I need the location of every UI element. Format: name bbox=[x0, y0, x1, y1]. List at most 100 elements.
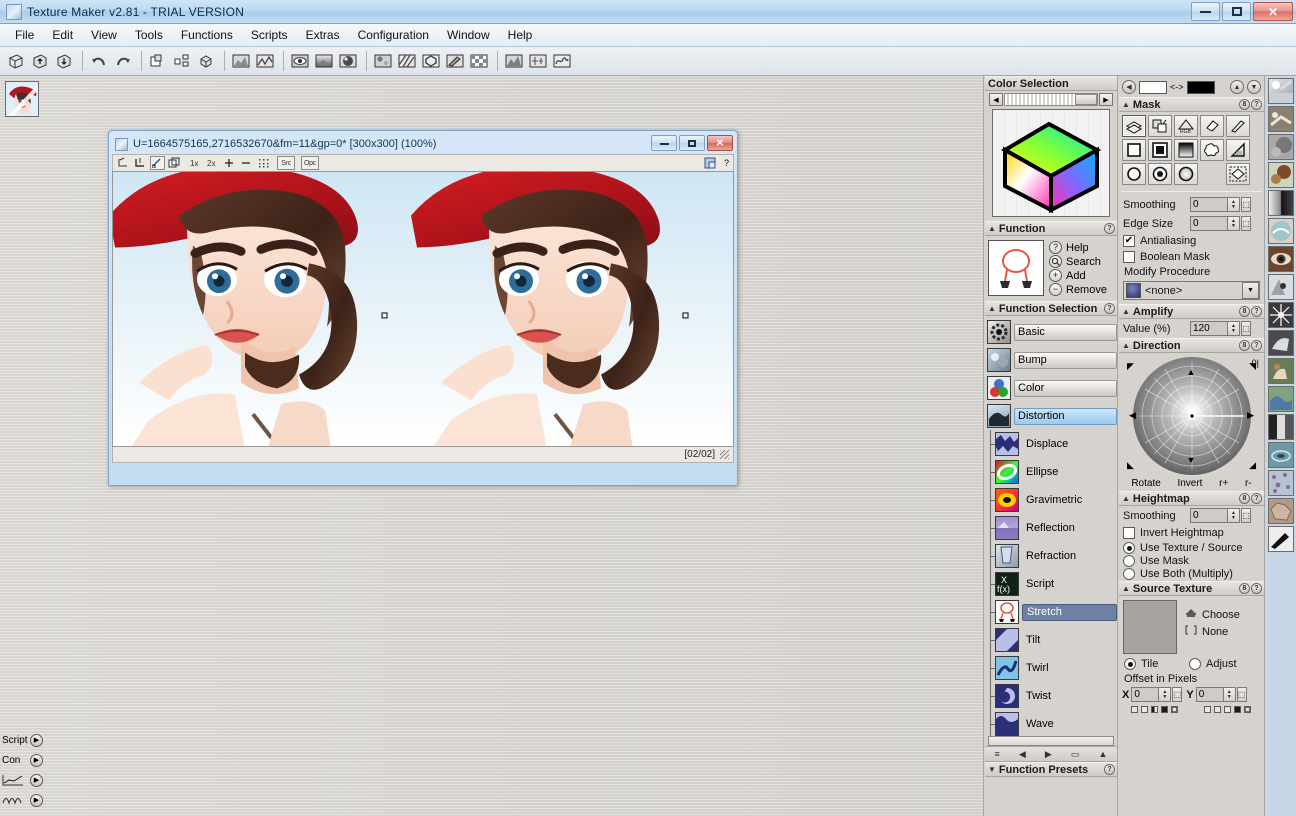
function-item-reflection-label[interactable]: Reflection bbox=[1022, 520, 1117, 537]
heightmap-header[interactable]: ▲ Heightmap 8 ? bbox=[1119, 491, 1264, 506]
function-item-tilt-label[interactable]: Tilt bbox=[1022, 632, 1117, 649]
function-selection-header[interactable]: ▲ Function Selection ? bbox=[985, 301, 1117, 316]
offset-x-spinner[interactable]: 0 ▲▼ ⬚ bbox=[1131, 687, 1182, 702]
function-category-color[interactable]: Color bbox=[985, 374, 1117, 402]
invert-heightmap-row[interactable]: Invert Heightmap bbox=[1119, 525, 1264, 541]
grid-button[interactable] bbox=[256, 156, 271, 170]
wave-button[interactable] bbox=[551, 50, 573, 72]
menu-scripts[interactable]: Scripts bbox=[242, 25, 297, 45]
rail-item-eye[interactable] bbox=[1268, 246, 1294, 272]
use-texture-radio[interactable] bbox=[1123, 542, 1135, 554]
rail-item-hand-paint[interactable] bbox=[1268, 358, 1294, 384]
function-add-action[interactable]: + Add bbox=[1049, 269, 1107, 282]
function-remove-action[interactable]: − Remove bbox=[1049, 283, 1107, 296]
sphere-button[interactable] bbox=[337, 50, 359, 72]
use-both-radio[interactable] bbox=[1123, 568, 1135, 580]
mask-circle-button[interactable] bbox=[1122, 163, 1146, 185]
function-item-reflection[interactable]: Reflection bbox=[985, 514, 1117, 542]
menu-configuration[interactable]: Configuration bbox=[349, 25, 438, 45]
rail-item-gradient-bar[interactable] bbox=[1268, 190, 1294, 216]
play-icon[interactable]: ▶ bbox=[30, 794, 43, 807]
heightmap-option-mask[interactable]: Use Mask bbox=[1119, 554, 1264, 567]
offset-x-value[interactable]: 0 bbox=[1131, 687, 1159, 702]
invert-heightmap-checkbox[interactable] bbox=[1123, 527, 1135, 539]
mask-smoothing-value[interactable]: 0 bbox=[1190, 197, 1228, 212]
cube-button[interactable] bbox=[195, 50, 217, 72]
function-item-stretch-label[interactable]: Stretch bbox=[1022, 604, 1117, 621]
open-texture-button[interactable] bbox=[29, 50, 51, 72]
collapse-button[interactable]: 8 bbox=[1239, 306, 1250, 317]
function-item-twirl[interactable]: Twirl bbox=[985, 654, 1117, 682]
mask-subtract-button[interactable] bbox=[1148, 115, 1172, 137]
scale-1x-button[interactable]: 1x bbox=[188, 156, 203, 170]
function-item-stretch[interactable]: Stretch bbox=[985, 598, 1117, 626]
function-list[interactable]: Basic Bump Color Distortion bbox=[985, 316, 1117, 736]
function-presets-header[interactable]: ▼ Function Presets ? bbox=[985, 762, 1117, 777]
source-texture-preview[interactable] bbox=[1123, 600, 1177, 654]
dock-row-con[interactable]: Con ▶ bbox=[0, 750, 46, 770]
color-down-button[interactable]: ▼ bbox=[1247, 80, 1261, 94]
edit-path-button[interactable] bbox=[150, 156, 165, 170]
document-maximize-button[interactable] bbox=[679, 135, 705, 151]
amplify-value-spinner[interactable]: 120 ▲▼ ⬚ bbox=[1190, 321, 1251, 336]
dial-up-handle[interactable]: ▲ bbox=[1187, 367, 1196, 377]
mask-ring-button[interactable] bbox=[1148, 163, 1172, 185]
menu-functions[interactable]: Functions bbox=[172, 25, 242, 45]
document-close-button[interactable]: ✕ bbox=[707, 135, 733, 151]
help-button[interactable]: ? bbox=[1104, 303, 1115, 314]
rail-item-marble-sphere[interactable] bbox=[1268, 218, 1294, 244]
antialiasing-checkbox[interactable]: ✔ bbox=[1123, 235, 1135, 247]
spinner-link-icon[interactable]: ⬚ bbox=[1241, 197, 1251, 212]
function-category-color-label[interactable]: Color bbox=[1014, 380, 1117, 397]
spinner-buttons[interactable]: ▲▼ bbox=[1228, 321, 1240, 336]
spinner-link-icon[interactable]: ⬚ bbox=[1237, 687, 1247, 702]
spinner-buttons[interactable]: ▲▼ bbox=[1228, 508, 1240, 523]
dock-row-wave-graph[interactable]: ▶ bbox=[0, 790, 46, 810]
help-button[interactable]: ? bbox=[1251, 340, 1262, 351]
function-header[interactable]: ▲ Function ? bbox=[985, 221, 1117, 236]
hatch-button[interactable] bbox=[396, 50, 418, 72]
mask-smoothing-spinner[interactable]: 0 ▲▼ ⬚ bbox=[1190, 197, 1251, 212]
menu-file[interactable]: File bbox=[6, 25, 43, 45]
rail-item-starburst[interactable] bbox=[1268, 302, 1294, 328]
function-item-ellipse-label[interactable]: Ellipse bbox=[1022, 464, 1117, 481]
boolean-mask-row[interactable]: Boolean Mask bbox=[1119, 249, 1264, 265]
boolean-mask-checkbox[interactable] bbox=[1123, 251, 1135, 263]
hexagon-button[interactable] bbox=[420, 50, 442, 72]
close-button[interactable]: ✕ bbox=[1253, 2, 1293, 21]
rail-item-spheres-gray[interactable] bbox=[1268, 134, 1294, 160]
scroll-track[interactable] bbox=[1004, 93, 1098, 106]
rail-item-bones[interactable] bbox=[1268, 106, 1294, 132]
help-button[interactable]: ? bbox=[1104, 764, 1115, 775]
snap-button[interactable] bbox=[133, 156, 148, 170]
swap-colors-button[interactable]: <-> bbox=[1170, 82, 1184, 92]
dial-corner-tl-handle[interactable]: ◤ bbox=[1127, 361, 1134, 372]
function-category-basic[interactable]: Basic bbox=[985, 318, 1117, 346]
add-point-button[interactable] bbox=[222, 156, 237, 170]
mask-pen-button[interactable] bbox=[1226, 115, 1250, 137]
menu-tools[interactable]: Tools bbox=[126, 25, 172, 45]
function-item-twist-label[interactable]: Twist bbox=[1022, 688, 1117, 705]
color-selection-header[interactable]: Color Selection bbox=[985, 76, 1117, 91]
offset-preset[interactable] bbox=[1214, 706, 1221, 713]
function-category-bump-label[interactable]: Bump bbox=[1014, 352, 1117, 369]
function-item-twist[interactable]: Twist bbox=[985, 682, 1117, 710]
menu-window[interactable]: Window bbox=[438, 25, 499, 45]
function-item-ellipse[interactable]: Ellipse bbox=[985, 458, 1117, 486]
background-color-swatch[interactable] bbox=[1187, 81, 1215, 94]
mask-diamond-dotted-button[interactable] bbox=[1226, 163, 1250, 185]
dial-down-handle[interactable]: ▼ bbox=[1187, 455, 1196, 465]
offset-preset[interactable] bbox=[1131, 706, 1138, 713]
mask-rgb-button[interactable]: RGB bbox=[1174, 115, 1198, 137]
rail-item-spheres-brown[interactable] bbox=[1268, 162, 1294, 188]
rail-item-chrome[interactable] bbox=[1268, 330, 1294, 356]
list-next-button[interactable]: ▶ bbox=[1045, 749, 1052, 760]
src-button[interactable]: Src bbox=[277, 156, 295, 170]
help-button[interactable]: ? bbox=[1251, 583, 1262, 594]
amplify-value[interactable]: 120 bbox=[1190, 321, 1228, 336]
rotate-plus-button[interactable]: r+ bbox=[1219, 478, 1228, 489]
remove-point-button[interactable] bbox=[239, 156, 254, 170]
offset-preset[interactable] bbox=[1204, 706, 1211, 713]
chevron-down-icon[interactable]: ▼ bbox=[1242, 282, 1259, 299]
invert-button[interactable]: Invert bbox=[1177, 478, 1202, 489]
